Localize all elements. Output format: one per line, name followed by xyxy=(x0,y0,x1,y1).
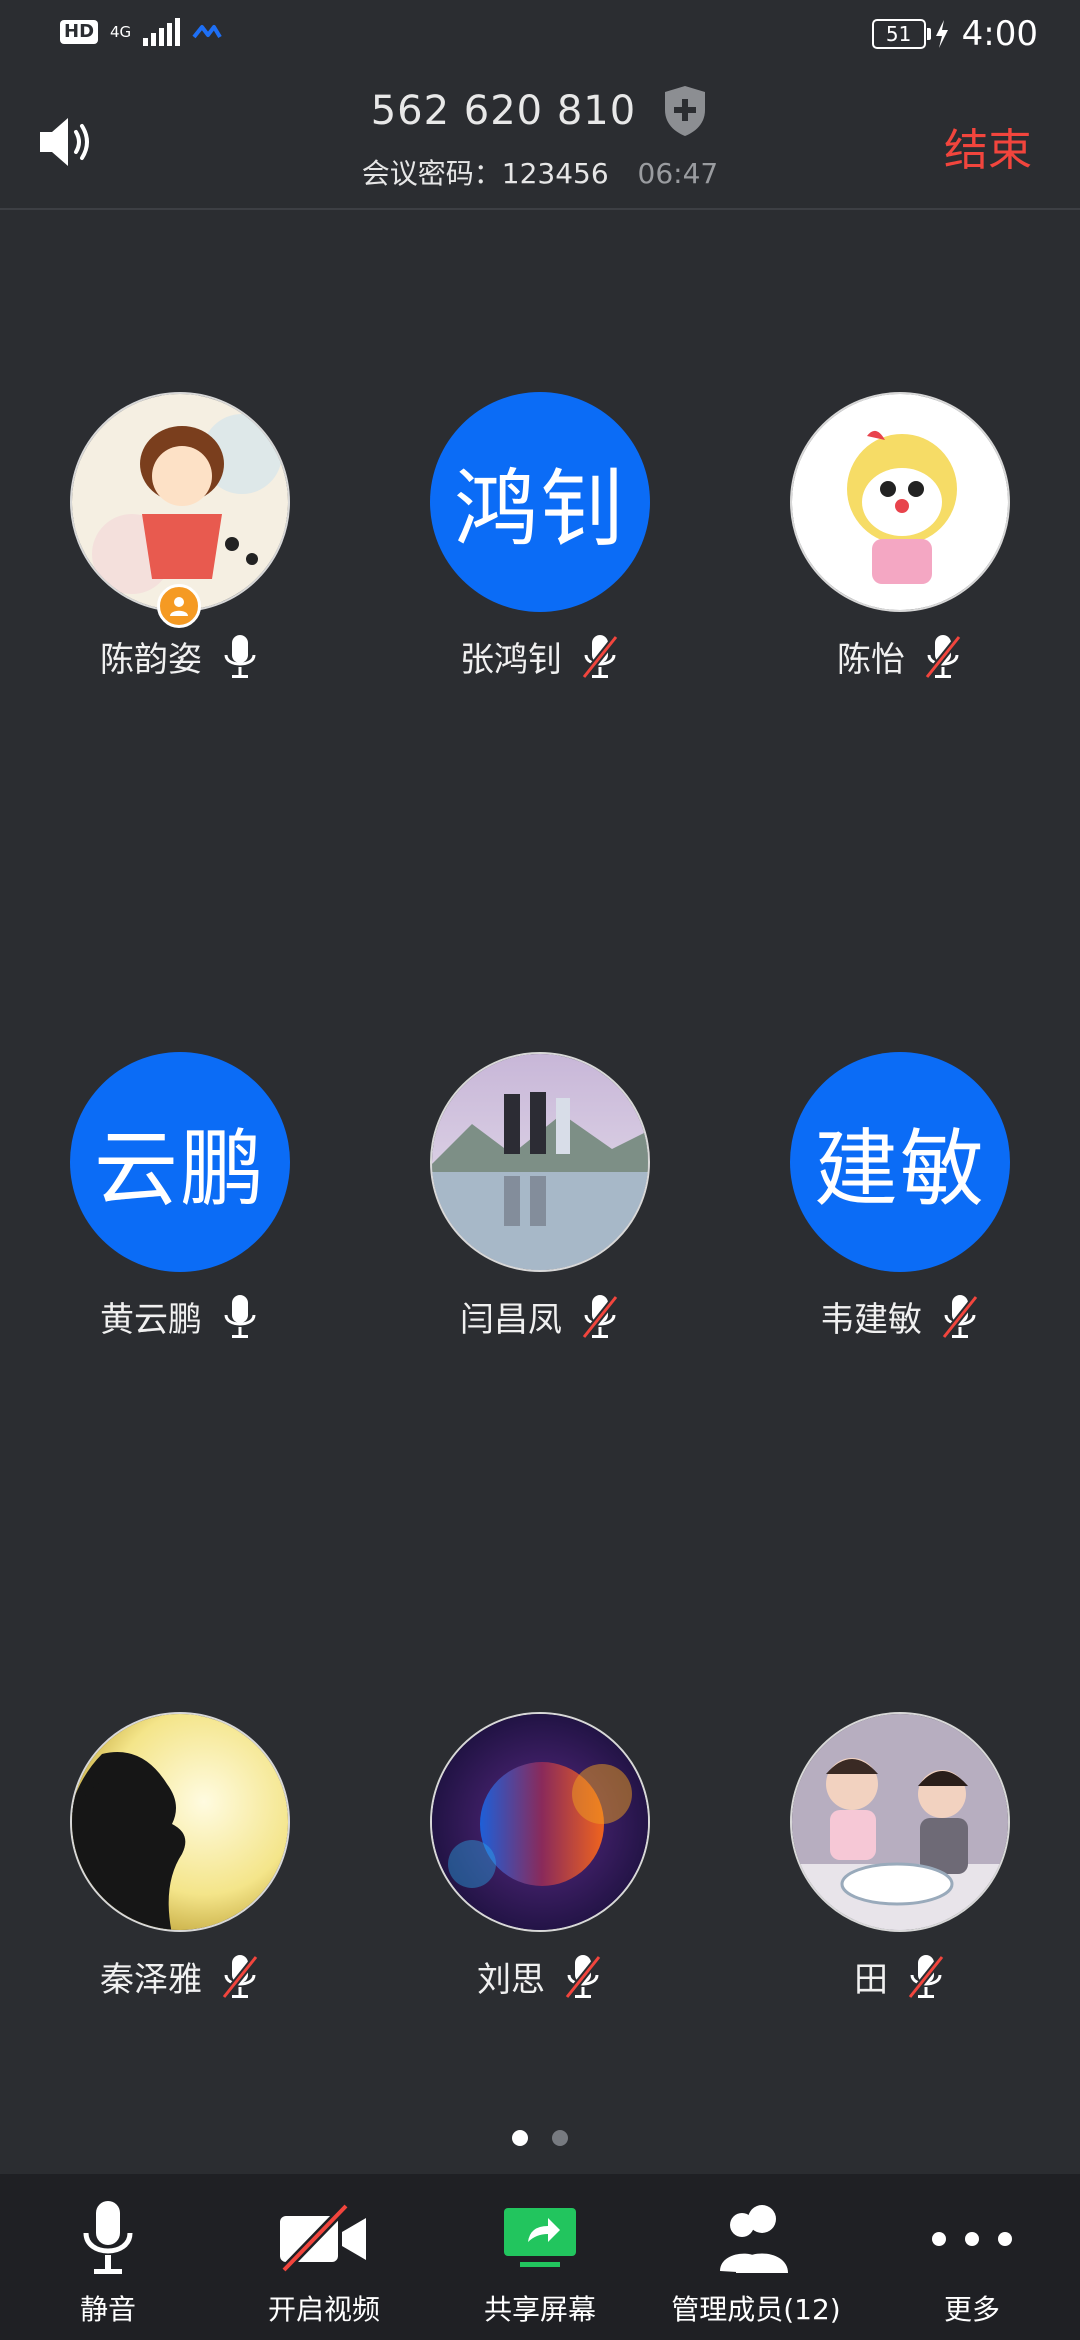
more-icon xyxy=(932,2232,1012,2246)
clock: 4:00 xyxy=(961,14,1038,54)
page-indicator xyxy=(0,2130,1080,2146)
meeting-duration: 06:47 xyxy=(637,157,719,190)
page-dot-1[interactable] xyxy=(512,2130,528,2146)
hd-indicator: HD xyxy=(60,20,99,44)
members-icon xyxy=(720,2205,788,2273)
participant-tile[interactable]: 刘思 xyxy=(360,1712,720,2032)
share-screen-icon xyxy=(504,2208,576,2267)
avatar xyxy=(790,392,1010,612)
participant-name: 秦泽雅 xyxy=(100,1960,202,2000)
more-button[interactable]: 更多 xyxy=(864,2174,1080,2340)
participant-tile[interactable]: 秦泽雅 xyxy=(0,1712,360,2032)
mic-muted-icon xyxy=(221,1954,259,1999)
avatar: 云鹏 xyxy=(70,1052,290,1272)
participant-tile[interactable]: 云鹏 黄云鹏 xyxy=(0,1052,360,1372)
mic-muted-icon xyxy=(924,634,962,679)
avatar xyxy=(70,1712,290,1932)
participant-name-row: 田 xyxy=(720,1952,1080,2001)
mic-muted-icon xyxy=(564,1954,602,1999)
meeting-id[interactable]: 562 620 810 xyxy=(371,88,636,134)
signal-icon xyxy=(143,18,181,46)
mic-muted-icon xyxy=(907,1954,945,1999)
participant-name: 陈怡 xyxy=(837,640,905,680)
mute-label: 静音 xyxy=(79,2293,136,2326)
participant-name-row: 秦泽雅 xyxy=(0,1952,360,2001)
mic-on-icon xyxy=(224,1294,256,1338)
participant-name: 田 xyxy=(854,1960,888,2000)
host-badge-icon xyxy=(157,584,201,628)
security-shield-icon[interactable] xyxy=(661,84,709,138)
start-video-label: 开启视频 xyxy=(267,2293,380,2326)
avatar xyxy=(430,1052,650,1272)
participant-name-row: 韦建敏 xyxy=(720,1292,1080,1341)
participant-name-row: 刘思 xyxy=(360,1952,720,2001)
more-label: 更多 xyxy=(943,2293,1000,2326)
participant-name: 陈韵姿 xyxy=(100,640,202,680)
avatar: 建敏 xyxy=(790,1052,1010,1272)
participant-name-row: 张鸿钊 xyxy=(360,632,720,681)
meeting-info-row: 会议密码：123456 06:47 xyxy=(0,152,1080,192)
status-left: HD 4G xyxy=(60,18,222,46)
mic-on-icon xyxy=(224,634,256,678)
participant-tile[interactable]: 陈韵姿 xyxy=(0,392,360,712)
mic-muted-icon xyxy=(941,1294,979,1339)
meeting-toolbar: 静音 开启视频 共享屏幕 管理成员(12) 更多 xyxy=(0,2174,1080,2340)
participant-name: 黄云鹏 xyxy=(100,1300,202,1340)
mute-button[interactable]: 静音 xyxy=(0,2174,216,2340)
charging-icon xyxy=(935,20,948,48)
end-meeting-button[interactable]: 结束 xyxy=(944,114,1032,178)
avatar: 鸿钊 xyxy=(430,392,650,612)
avatar xyxy=(430,1712,650,1932)
battery-icon: 51 xyxy=(871,19,931,49)
start-video-button[interactable]: 开启视频 xyxy=(216,2174,432,2340)
microphone-icon xyxy=(83,2201,133,2274)
app-notification-icon xyxy=(192,25,222,39)
share-screen-button[interactable]: 共享屏幕 xyxy=(432,2174,648,2340)
status-bar: HD 4G 51 4:00 xyxy=(0,0,1080,72)
participant-name: 刘思 xyxy=(477,1960,545,2000)
status-right: 51 4:00 xyxy=(871,14,1038,54)
page-dot-2[interactable] xyxy=(552,2130,568,2146)
participant-name-row: 闫昌凤 xyxy=(360,1292,720,1341)
participant-name: 韦建敏 xyxy=(820,1300,922,1340)
participant-name: 闫昌凤 xyxy=(460,1300,562,1340)
share-screen-label: 共享屏幕 xyxy=(483,2293,596,2326)
participant-name-row: 黄云鹏 xyxy=(0,1292,360,1341)
avatar xyxy=(790,1712,1010,1932)
participant-name: 张鸿钊 xyxy=(460,640,562,680)
participant-tile[interactable]: 田 xyxy=(720,1712,1080,2032)
mic-muted-icon xyxy=(581,1294,619,1339)
participant-name-row: 陈韵姿 xyxy=(0,632,360,681)
participant-tile[interactable]: 陈怡 xyxy=(720,392,1080,712)
participant-tile[interactable]: 鸿钊 张鸿钊 xyxy=(360,392,720,712)
meeting-id-row: 562 620 810 xyxy=(0,84,1080,138)
avatar xyxy=(70,392,290,612)
participant-name-row: 陈怡 xyxy=(720,632,1080,681)
network-type: 4G xyxy=(110,22,132,41)
mic-muted-icon xyxy=(581,634,619,679)
meeting-password: 会议密码：123456 xyxy=(361,157,609,190)
participant-tile[interactable]: 建敏 韦建敏 xyxy=(720,1052,1080,1372)
participant-tile[interactable]: 闫昌凤 xyxy=(360,1052,720,1372)
meeting-header: 562 620 810 会议密码：123456 06:47 结束 xyxy=(0,72,1080,210)
video-off-icon xyxy=(280,2204,366,2274)
manage-members-label: 管理成员(12) xyxy=(671,2293,841,2326)
manage-members-button[interactable]: 管理成员(12) xyxy=(648,2174,864,2340)
